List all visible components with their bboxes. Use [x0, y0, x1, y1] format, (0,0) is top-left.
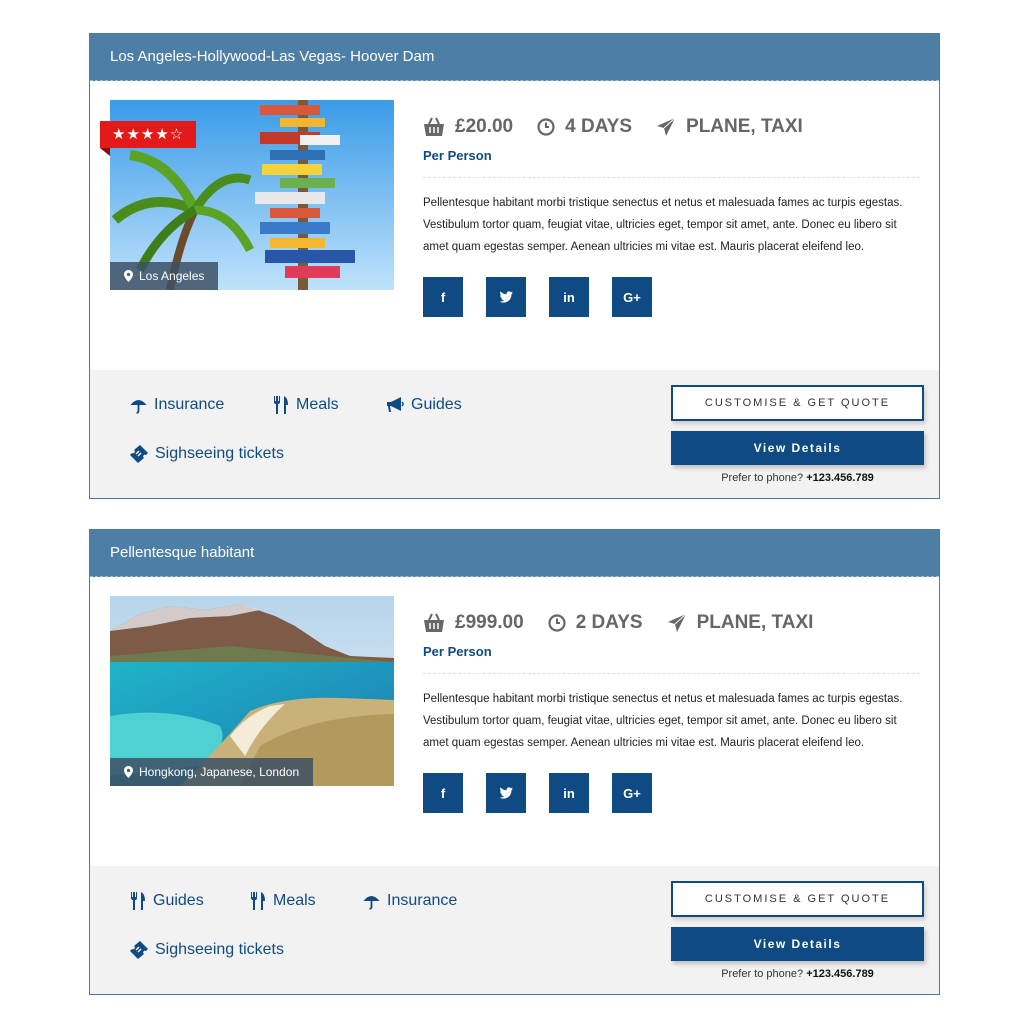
feature-label: Meals	[296, 396, 339, 413]
map-marker-icon	[124, 766, 133, 778]
paper-plane-icon	[667, 613, 686, 632]
tour-body: Hongkong, Japanese, London £999.00 2 DAY…	[90, 577, 939, 867]
tour-footer: Guides Meals Insurance Sighseeing ticket…	[90, 866, 939, 994]
duration-value: 2 DAYS	[575, 612, 643, 633]
phone-number[interactable]: +123.456.789	[806, 472, 874, 484]
phone-line: Prefer to phone? +123.456.789	[671, 472, 924, 484]
map-marker-icon	[124, 270, 133, 282]
feature-label: Guides	[411, 396, 462, 413]
phone-number[interactable]: +123.456.789	[806, 968, 874, 980]
tour-card-1: Los Angeles-Hollywood-Las Vegas- Hoover …	[89, 33, 940, 499]
location-label: Hongkong, Japanese, London	[139, 765, 300, 779]
location-label: Los Angeles	[139, 269, 205, 283]
twitter-icon	[499, 291, 513, 303]
linkedin-share-button[interactable]: in	[549, 773, 589, 813]
location-badge: Hongkong, Japanese, London	[110, 758, 314, 786]
cutlery-icon	[274, 396, 288, 414]
price-note: Per Person	[423, 148, 920, 178]
price-note: Per Person	[423, 644, 920, 674]
phone-prefix: Prefer to phone?	[721, 968, 807, 980]
basket-icon	[424, 613, 444, 632]
customise-get-quote-button[interactable]: CUSTOMISE & GET QUOTE	[671, 385, 924, 421]
customise-get-quote-button[interactable]: CUSTOMISE & GET QUOTE	[671, 881, 924, 917]
feature-sightseeing-tickets: Sighseeing tickets	[130, 445, 284, 463]
tour-title[interactable]: Pellentesque habitant	[90, 530, 939, 577]
feature-sightseeing-tickets: Sighseeing tickets	[130, 941, 284, 959]
transport-value: PLANE, TAXI	[696, 612, 814, 633]
tour-title[interactable]: Los Angeles-Hollywood-Las Vegas- Hoover …	[90, 34, 939, 81]
duration-value: 4 DAYS	[565, 116, 633, 137]
paper-plane-icon	[657, 117, 676, 136]
location-badge: Los Angeles	[110, 262, 219, 290]
feature-label: Meals	[273, 892, 316, 909]
feature-label: Sighseeing tickets	[155, 941, 284, 958]
feature-label: Guides	[153, 892, 204, 909]
social-share: f in G+	[423, 277, 920, 317]
umbrella-icon	[130, 399, 147, 413]
clock-icon	[537, 118, 555, 136]
google-plus-share-button[interactable]: G+	[612, 773, 652, 813]
tour-info: £20.00 4 DAYS PLANE, TAXI Per Person Pel…	[423, 114, 920, 317]
feature-label: Insurance	[154, 396, 225, 413]
feature-label: Insurance	[387, 892, 458, 909]
feature-meals: Meals	[250, 892, 316, 910]
feature-insurance: Insurance	[130, 396, 224, 414]
tour-image[interactable]: Hongkong, Japanese, London	[110, 596, 394, 786]
rating-badge: ★★★★☆	[100, 121, 196, 148]
twitter-share-button[interactable]	[486, 773, 526, 813]
tour-footer: Insurance Meals Guides Sighseeing ticket…	[90, 370, 939, 498]
basket-icon	[424, 117, 444, 136]
tour-meta: £999.00 2 DAYS PLANE, TAXI	[423, 610, 920, 636]
rating-badge-fold	[100, 148, 110, 156]
feature-guides: Guides	[386, 396, 462, 414]
ticket-icon	[130, 445, 148, 463]
tour-info: £999.00 2 DAYS PLANE, TAXI Per Person Pe…	[423, 610, 920, 813]
price-value: £20.00	[455, 116, 514, 137]
transport-value: PLANE, TAXI	[686, 116, 803, 137]
cutlery-icon	[251, 892, 265, 910]
feature-guides: Guides	[130, 892, 204, 910]
phone-line: Prefer to phone? +123.456.789	[671, 968, 924, 980]
linkedin-share-button[interactable]: in	[549, 277, 589, 317]
feature-label: Sighseeing tickets	[155, 445, 284, 462]
clock-icon	[548, 614, 566, 632]
tour-card-2: Pellentesque habitant Hongkong, Japanese…	[89, 529, 940, 995]
view-details-button[interactable]: View Details	[671, 431, 924, 465]
google-plus-share-button[interactable]: G+	[612, 277, 652, 317]
ticket-icon	[130, 941, 148, 959]
tour-meta: £20.00 4 DAYS PLANE, TAXI	[423, 114, 920, 140]
twitter-share-button[interactable]	[486, 277, 526, 317]
feature-meals: Meals	[273, 396, 339, 414]
cutlery-icon	[131, 892, 145, 910]
twitter-icon	[499, 787, 513, 799]
bullhorn-icon	[387, 397, 404, 412]
social-share: f in G+	[423, 773, 920, 813]
tour-description: Pellentesque habitant morbi tristique se…	[423, 197, 903, 253]
facebook-share-button[interactable]: f	[423, 773, 463, 813]
price-value: £999.00	[455, 612, 524, 633]
feature-insurance: Insurance	[363, 892, 457, 910]
tour-body: Los Angeles £20.00 4 DAYS PLANE, TAXI Pe…	[90, 81, 939, 371]
view-details-button[interactable]: View Details	[671, 927, 924, 961]
tour-description: Pellentesque habitant morbi tristique se…	[423, 693, 903, 749]
phone-prefix: Prefer to phone?	[721, 472, 807, 484]
facebook-share-button[interactable]: f	[423, 277, 463, 317]
umbrella-icon	[363, 895, 380, 909]
